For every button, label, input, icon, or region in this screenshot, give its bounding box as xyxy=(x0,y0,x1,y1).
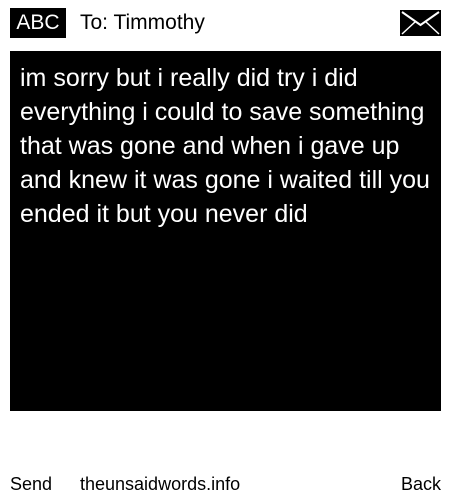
message-text: im sorry but i really did try i did ever… xyxy=(20,64,430,228)
site-label: theunsaidwords.info xyxy=(80,474,241,494)
compose-header: ABC To: Timmothy xyxy=(10,8,441,38)
back-button[interactable]: Back xyxy=(401,470,441,498)
envelope-icon xyxy=(400,10,441,36)
message-body-field[interactable]: im sorry but i really did try i did ever… xyxy=(10,51,441,411)
send-button[interactable]: Send xyxy=(10,470,52,498)
recipient-label[interactable]: To: Timmothy xyxy=(80,8,205,38)
softkey-bar: Send theunsaidwords.info Back xyxy=(0,470,450,498)
input-mode-badge[interactable]: ABC xyxy=(10,8,66,38)
